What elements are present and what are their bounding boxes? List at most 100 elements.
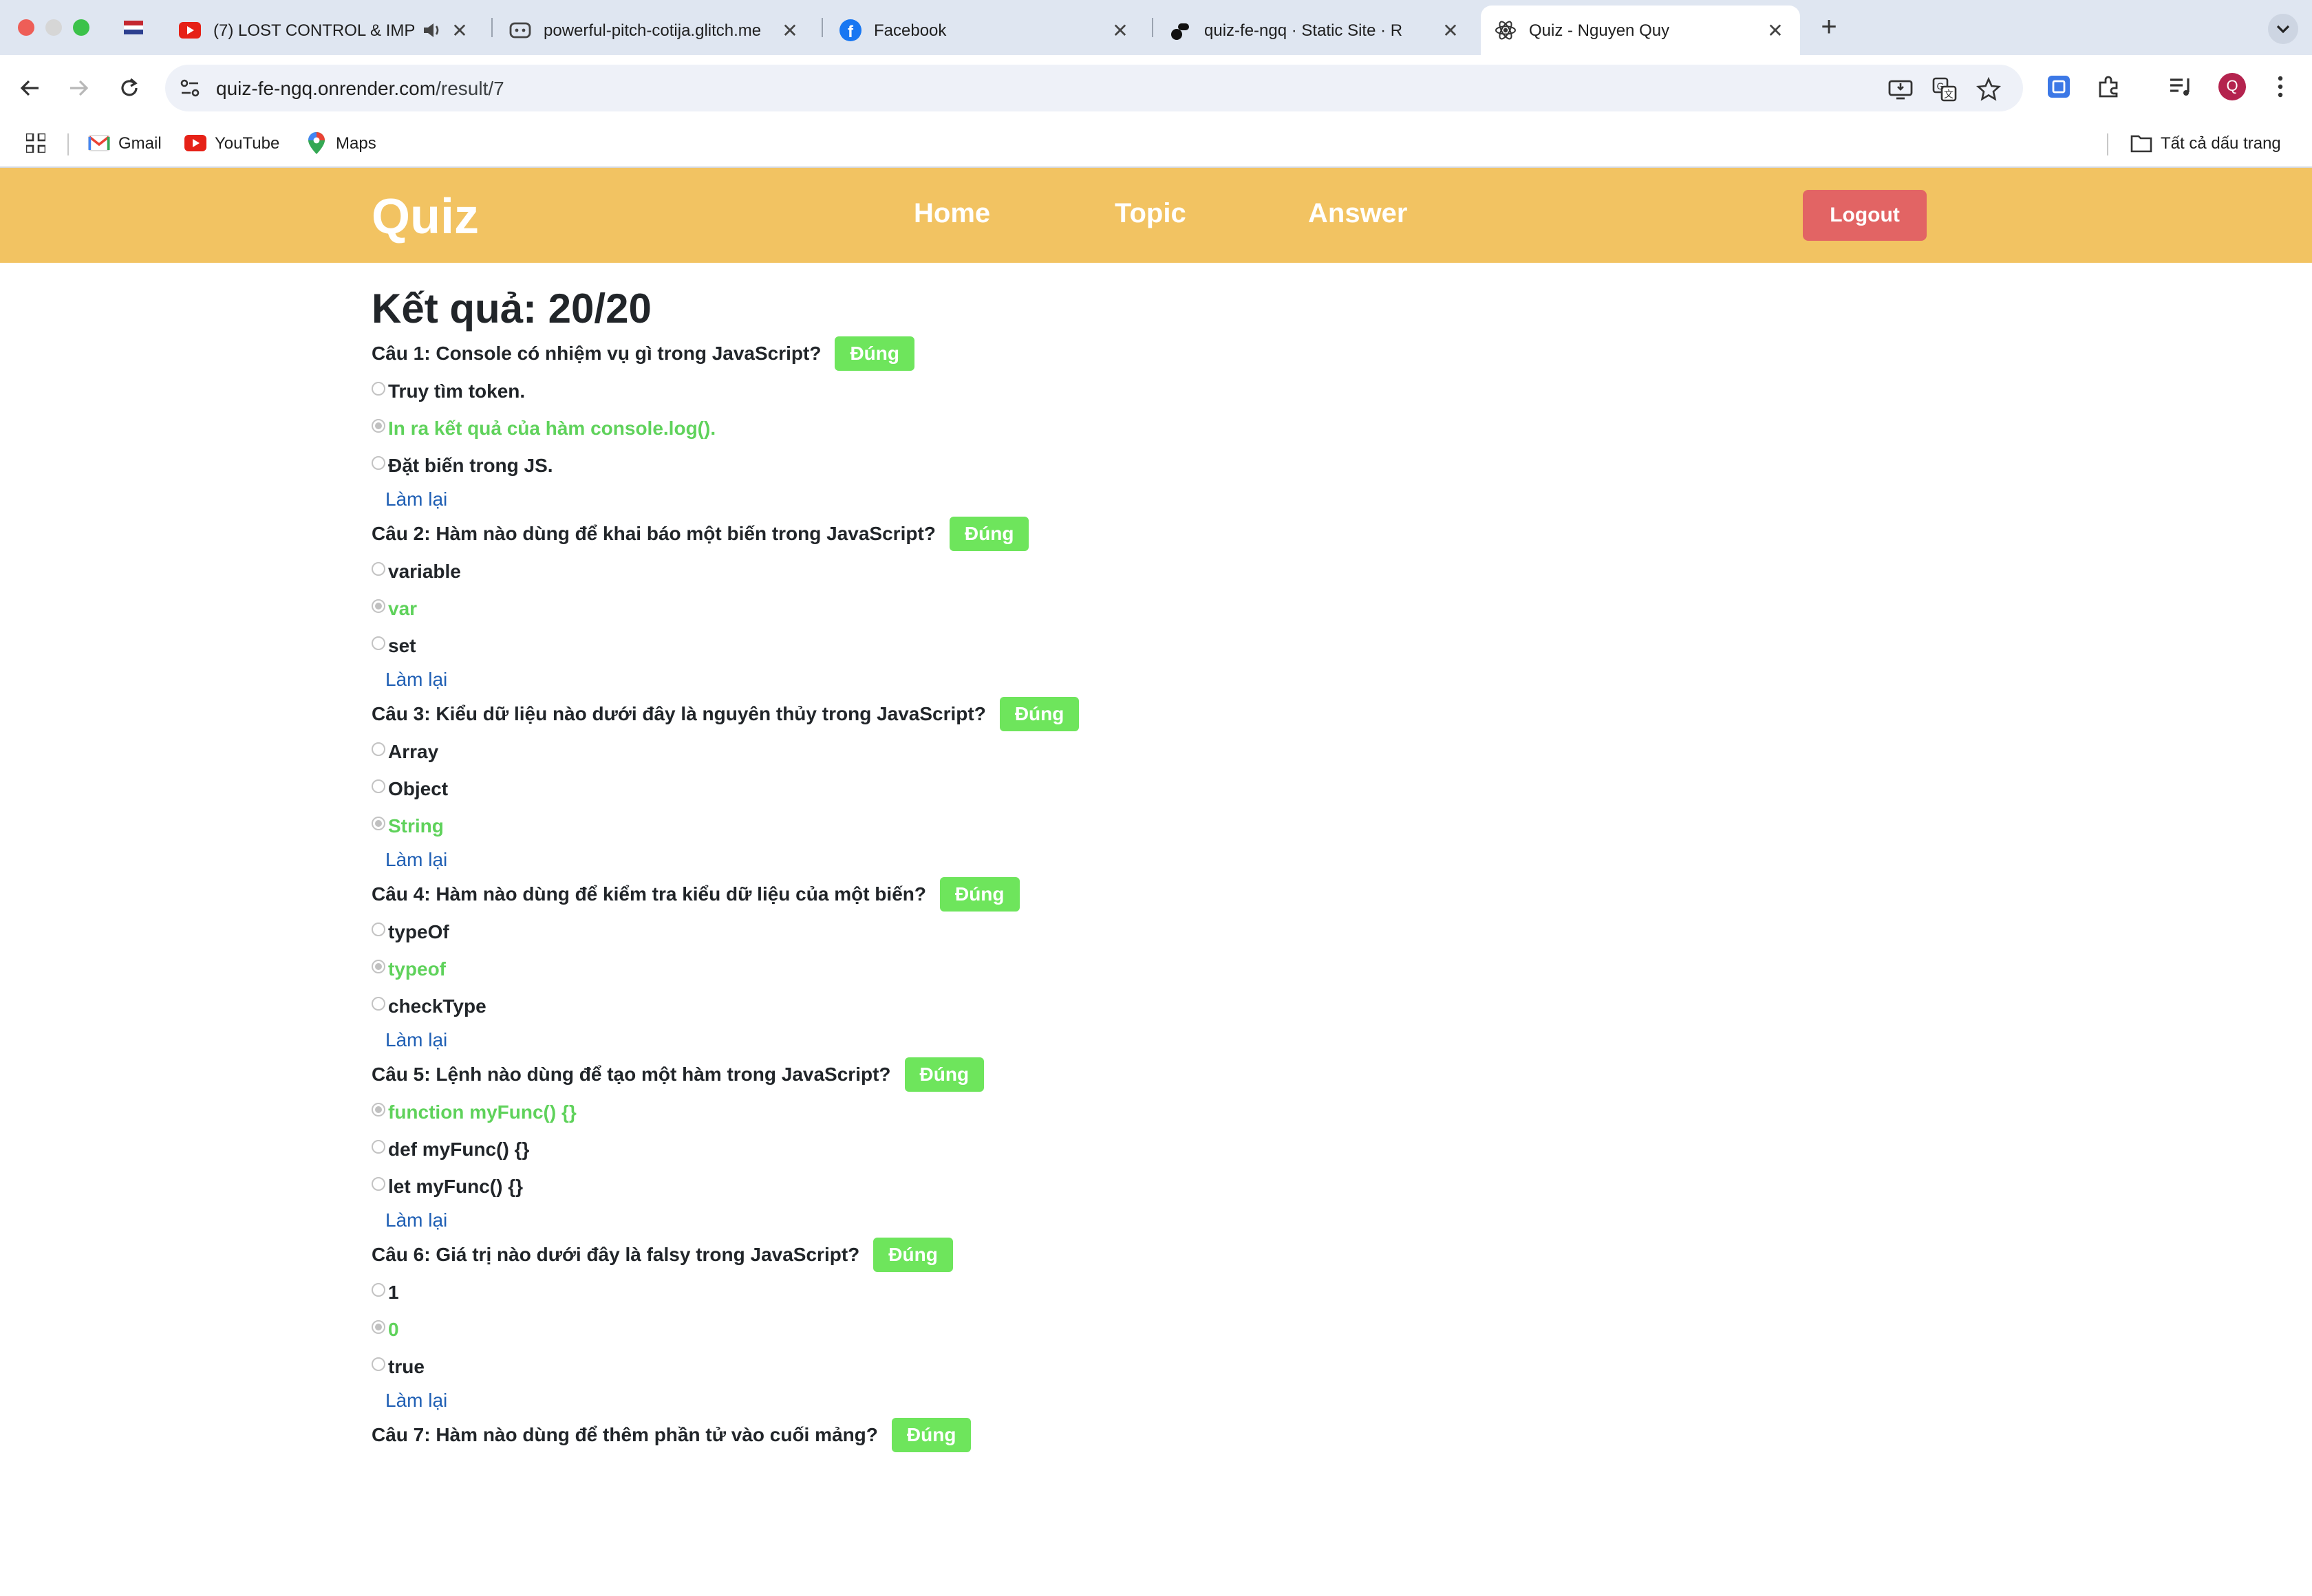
radio-button[interactable] (372, 562, 385, 576)
answer-option[interactable]: function myFunc() {} (372, 1094, 2023, 1131)
tab-title: Facebook (874, 21, 947, 40)
radio-button[interactable] (372, 923, 385, 936)
nav-topic[interactable]: Topic (1115, 198, 1186, 229)
back-button[interactable] (14, 72, 47, 105)
pinned-tab[interactable] (121, 15, 146, 40)
radio-button[interactable] (372, 742, 385, 756)
answer-option[interactable]: set (372, 627, 2023, 665)
maps-icon (306, 132, 328, 154)
answer-option[interactable]: Object (372, 770, 2023, 808)
bookmark-maps[interactable]: Maps (306, 132, 376, 154)
tab-search-button[interactable] (2268, 14, 2298, 44)
bookmark-gmail[interactable]: Gmail (88, 132, 162, 154)
radio-button[interactable] (372, 599, 385, 613)
forward-button[interactable] (62, 72, 95, 105)
answer-option[interactable]: variable (372, 553, 2023, 590)
radio-button[interactable] (372, 817, 385, 830)
url-text[interactable]: quiz-fe-ngq.onrender.com/result/7 (216, 77, 504, 99)
youtube-icon (184, 132, 206, 154)
answer-option[interactable]: Array (372, 733, 2023, 770)
answer-option[interactable]: Đặt biến trong JS. (372, 447, 2023, 484)
bookmark-youtube[interactable]: YouTube (184, 132, 279, 154)
profile-avatar[interactable]: Q (2218, 73, 2246, 100)
answer-option[interactable]: let myFunc() {} (372, 1168, 2023, 1205)
all-bookmarks-button[interactable]: Tất cả dấu trang (2130, 132, 2281, 154)
address-bar[interactable]: quiz-fe-ngq.onrender.com/result/7 G文 (165, 65, 2023, 111)
extension-icon[interactable] (2044, 72, 2074, 102)
close-window-button[interactable] (18, 19, 34, 36)
more-menu-icon[interactable] (2265, 72, 2295, 102)
answer-option[interactable]: typeof (372, 951, 2023, 988)
new-tab-button[interactable]: + (1814, 12, 1844, 44)
retry-link[interactable]: Làm lại (385, 484, 2023, 515)
radio-button[interactable] (372, 419, 385, 433)
correct-badge: Đúng (873, 1238, 953, 1272)
radio-button[interactable] (372, 1177, 385, 1191)
tab-title: powerful-pitch-cotija.glitch.me (544, 21, 762, 40)
radio-button[interactable] (372, 997, 385, 1011)
reload-button[interactable] (113, 72, 146, 105)
answer-option[interactable]: var (372, 590, 2023, 627)
apps-button[interactable] (25, 132, 55, 154)
radio-button[interactable] (372, 1320, 385, 1334)
radio-button[interactable] (372, 1103, 385, 1117)
bookmark-star-icon[interactable] (1976, 77, 2001, 102)
logout-button[interactable]: Logout (1803, 190, 1927, 241)
option-label: def myFunc() {} (388, 1139, 530, 1160)
retry-link[interactable]: Làm lại (385, 1025, 2023, 1055)
close-tab-icon[interactable]: ✕ (1439, 19, 1462, 42)
tab-title: (7) LOST CONTROL & IMP (213, 21, 416, 40)
radio-button[interactable] (372, 382, 385, 396)
radio-button[interactable] (372, 960, 385, 973)
install-app-icon[interactable] (1888, 77, 1913, 102)
radio-button[interactable] (372, 1140, 385, 1154)
answer-option[interactable]: checkType (372, 988, 2023, 1025)
radio-button[interactable] (372, 636, 385, 650)
close-tab-icon[interactable]: ✕ (779, 19, 801, 42)
retry-link[interactable]: Làm lại (385, 845, 2023, 875)
answer-option[interactable]: true (372, 1348, 2023, 1385)
answer-option[interactable]: String (372, 808, 2023, 845)
tab-4[interactable]: Quiz - Nguyen Quy ✕ (1481, 6, 1800, 55)
nav-home[interactable]: Home (914, 198, 990, 229)
answer-option[interactable]: 0 (372, 1311, 2023, 1348)
media-control-icon[interactable] (2166, 72, 2196, 102)
correct-badge: Đúng (891, 1418, 972, 1452)
site-info-icon[interactable] (179, 77, 201, 106)
translate-icon[interactable]: G文 (1932, 77, 1957, 102)
maximize-window-button[interactable] (73, 19, 89, 36)
tab-strip: (7) LOST CONTROL & IMP ✕ powerful-pitch-… (0, 0, 2312, 55)
radio-button[interactable] (372, 779, 385, 793)
close-tab-icon[interactable]: ✕ (1764, 19, 1786, 42)
question-title: Câu 4: Hàm nào dùng để kiểm tra kiểu dữ … (372, 883, 926, 905)
site-logo[interactable]: Quiz (372, 188, 479, 245)
result-content: Kết quả: 20/20 Câu 1: Console có nhiệm v… (372, 283, 2023, 1596)
minimize-window-button[interactable] (45, 19, 62, 36)
nav-answer[interactable]: Answer (1308, 198, 1408, 229)
render-icon (1170, 19, 1192, 41)
question-title: Câu 6: Giá trị nào dưới đây là falsy tro… (372, 1244, 860, 1265)
question-title: Câu 3: Kiểu dữ liệu nào dưới đây là nguy… (372, 703, 986, 724)
radio-button[interactable] (372, 456, 385, 470)
radio-button[interactable] (372, 1283, 385, 1297)
answer-option[interactable]: Truy tìm token. (372, 373, 2023, 410)
speaker-icon[interactable] (421, 19, 443, 41)
retry-link[interactable]: Làm lại (385, 1385, 2023, 1416)
answer-option[interactable]: typeOf (372, 914, 2023, 951)
all-bookmarks-label: Tất cả dấu trang (2161, 133, 2281, 153)
tab-0[interactable]: (7) LOST CONTROL & IMP ✕ (165, 6, 484, 55)
answer-option[interactable]: In ra kết quả của hàm console.log(). (372, 410, 2023, 447)
tab-3[interactable]: quiz-fe-ngq · Static Site · R ✕ (1156, 6, 1475, 55)
retry-link[interactable]: Làm lại (385, 665, 2023, 695)
extensions-puzzle-icon[interactable] (2093, 72, 2123, 102)
answer-option[interactable]: def myFunc() {} (372, 1131, 2023, 1168)
retry-link[interactable]: Làm lại (385, 1205, 2023, 1236)
question-title: Câu 1: Console có nhiệm vụ gì trong Java… (372, 343, 822, 364)
apps-grid-icon (25, 132, 47, 154)
answer-option[interactable]: 1 (372, 1274, 2023, 1311)
tab-1[interactable]: powerful-pitch-cotija.glitch.me ✕ (495, 6, 815, 55)
radio-button[interactable] (372, 1357, 385, 1371)
close-tab-icon[interactable]: ✕ (1109, 19, 1131, 42)
close-tab-icon[interactable]: ✕ (449, 19, 471, 42)
tab-2[interactable]: f Facebook ✕ (826, 6, 1145, 55)
